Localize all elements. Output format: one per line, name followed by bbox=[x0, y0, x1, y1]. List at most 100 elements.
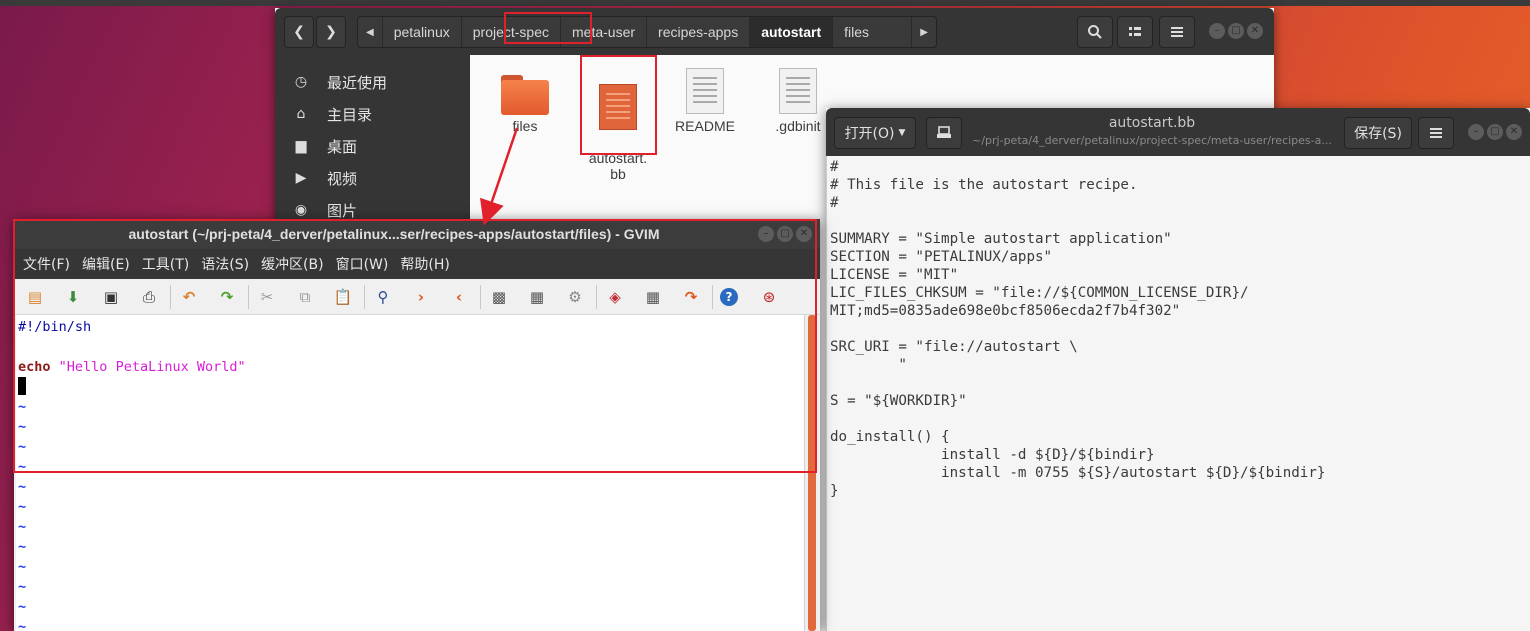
minimize-button[interactable]: – bbox=[758, 226, 774, 242]
breadcrumb-autostart[interactable]: autostart bbox=[750, 17, 834, 47]
file-name: .gdbinit bbox=[775, 118, 821, 134]
menu-tools[interactable]: 工具(T) bbox=[133, 254, 189, 274]
menu-edit[interactable]: 编辑(E) bbox=[73, 254, 130, 274]
sidebar-item-desktop[interactable]: ▆ 桌面 bbox=[275, 130, 470, 162]
string-literal: Hello PetaLinux World bbox=[66, 359, 238, 375]
highlight-box-breadcrumb bbox=[504, 12, 592, 44]
vertical-scrollbar[interactable] bbox=[804, 315, 818, 631]
chevron-left-icon: ❮ bbox=[293, 24, 305, 40]
empty-line-marker: ~ bbox=[18, 599, 27, 615]
vim-text-area[interactable]: #!/bin/sh echo "Hello PetaLinux World" ~… bbox=[16, 315, 804, 631]
save-icon[interactable]: ▣ bbox=[100, 286, 122, 308]
menu-file[interactable]: 文件(F) bbox=[14, 254, 70, 274]
code-line-shebang: #!/bin/sh bbox=[18, 319, 92, 335]
download-icon[interactable]: ⬇ bbox=[62, 286, 84, 308]
find-replace-icon[interactable]: ⚲ bbox=[372, 286, 394, 308]
search-icon bbox=[1088, 25, 1102, 39]
maximize-button[interactable]: □ bbox=[1228, 23, 1244, 39]
empty-line-marker: ~ bbox=[18, 419, 27, 435]
hamburger-icon bbox=[1430, 128, 1442, 138]
gvim-titlebar: autostart (~/prj-peta/4_derver/petalinux… bbox=[14, 219, 820, 249]
empty-line-marker: ~ bbox=[18, 499, 27, 515]
open-button-label: 打开(O) bbox=[844, 126, 895, 142]
forward-button[interactable]: ❯ bbox=[316, 16, 346, 48]
save-button[interactable]: 保存(S) bbox=[1344, 117, 1412, 149]
redo-icon[interactable]: ↷ bbox=[216, 286, 238, 308]
text-editor-header: 打开(O) ▼ autostart.bb ~/prj-peta/4_derver/… bbox=[826, 108, 1530, 156]
breadcrumb-files[interactable]: files bbox=[833, 17, 880, 47]
make-icon[interactable]: ◈ bbox=[604, 286, 626, 308]
copy-icon[interactable]: ⧉ bbox=[294, 286, 316, 308]
sidebar-item-home[interactable]: ⌂ 主目录 bbox=[275, 98, 470, 130]
empty-line-marker: ~ bbox=[18, 619, 27, 631]
file-item-files[interactable]: files bbox=[490, 75, 560, 134]
file-name: files bbox=[512, 118, 538, 134]
menu-button[interactable] bbox=[1418, 117, 1454, 149]
chevron-down-icon: ▼ bbox=[898, 128, 906, 138]
empty-line-marker: ~ bbox=[18, 539, 27, 555]
breadcrumb-recipes-apps[interactable]: recipes-apps bbox=[647, 17, 751, 47]
maximize-button[interactable]: □ bbox=[1487, 124, 1503, 140]
menu-help[interactable]: 帮助(H) bbox=[391, 254, 449, 274]
document-path: ~/prj-peta/4_derver/petalinux/project-sp… bbox=[972, 134, 1332, 147]
view-toggle-button[interactable] bbox=[1117, 16, 1153, 48]
menu-button[interactable] bbox=[1159, 16, 1195, 48]
find-next-icon[interactable]: › bbox=[410, 286, 432, 308]
scrollbar-thumb[interactable] bbox=[808, 315, 816, 631]
menu-syntax[interactable]: 语法(S) bbox=[192, 254, 249, 274]
menu-window[interactable]: 窗口(W) bbox=[327, 254, 389, 274]
close-button[interactable]: ✕ bbox=[1506, 124, 1522, 140]
file-item-readme[interactable]: README bbox=[670, 68, 740, 134]
file-manager-header: ❮ ❯ ◀ petalinux project-spec meta-user r… bbox=[275, 8, 1274, 55]
print-icon[interactable]: ⎙ bbox=[138, 286, 160, 308]
empty-line-marker: ~ bbox=[18, 459, 27, 475]
breadcrumb-petalinux[interactable]: petalinux bbox=[383, 17, 462, 47]
file-item-gdbinit[interactable]: .gdbinit bbox=[763, 68, 833, 134]
minimize-button[interactable]: – bbox=[1468, 124, 1484, 140]
minimize-button[interactable]: – bbox=[1209, 23, 1225, 39]
load-session-icon[interactable]: ▩ bbox=[488, 286, 510, 308]
echo-keyword: echo bbox=[18, 359, 51, 375]
paste-icon[interactable]: 📋 bbox=[332, 286, 354, 308]
camera-icon: ◉ bbox=[294, 202, 308, 218]
sidebar-item-label: 图片 bbox=[327, 201, 358, 220]
help-icon[interactable]: ? bbox=[720, 288, 738, 306]
document-title: autostart.bb bbox=[1108, 115, 1196, 131]
new-document-icon bbox=[937, 126, 951, 138]
gear-icon[interactable]: ⚙ bbox=[564, 286, 586, 308]
undo-icon[interactable]: ↶ bbox=[178, 286, 200, 308]
clock-icon: ◷ bbox=[294, 74, 308, 90]
folder-icon: ▆ bbox=[295, 138, 307, 154]
empty-line-marker: ~ bbox=[18, 519, 27, 535]
table-icon[interactable]: ▦ bbox=[642, 286, 664, 308]
find-help-icon[interactable]: ⊛ bbox=[758, 286, 780, 308]
sidebar-item-videos[interactable]: ▶ 视频 bbox=[275, 162, 470, 194]
maximize-button[interactable]: □ bbox=[777, 226, 793, 242]
chevron-right-icon: ❯ bbox=[325, 24, 337, 40]
folder-icon bbox=[501, 75, 549, 115]
breadcrumb-left-arrow[interactable]: ◀ bbox=[358, 17, 383, 47]
cut-icon[interactable]: ✂ bbox=[256, 286, 278, 308]
back-button[interactable]: ❮ bbox=[284, 16, 314, 48]
close-button[interactable]: ✕ bbox=[1247, 23, 1263, 39]
save-session-icon[interactable]: ▦ bbox=[526, 286, 548, 308]
menu-bar: 文件(F) 编辑(E) 工具(T) 语法(S) 缓冲区(B) 窗口(W) 帮助(… bbox=[14, 249, 820, 279]
open-file-icon[interactable]: ▤ bbox=[24, 286, 46, 308]
video-icon: ▶ bbox=[295, 170, 307, 186]
text-cursor bbox=[18, 377, 26, 395]
recipe-text: # # This file is the autostart recipe. #… bbox=[830, 159, 1326, 499]
breadcrumb: ◀ petalinux project-spec meta-user recip… bbox=[357, 16, 937, 48]
breadcrumb-right-arrow[interactable]: ▶ bbox=[911, 17, 936, 47]
menu-buffers[interactable]: 缓冲区(B) bbox=[252, 254, 324, 274]
search-button[interactable] bbox=[1077, 16, 1113, 48]
sidebar-item-recent[interactable]: ◷ 最近使用 bbox=[275, 66, 470, 98]
close-button[interactable]: ✕ bbox=[796, 226, 812, 242]
open-button[interactable]: 打开(O) ▼ bbox=[834, 117, 916, 149]
find-prev-icon[interactable]: ‹ bbox=[448, 286, 470, 308]
top-panel bbox=[0, 0, 1530, 6]
jump-icon[interactable]: ↷ bbox=[680, 286, 702, 308]
window-title: autostart (~/prj-peta/4_derver/petalinux… bbox=[128, 226, 660, 242]
empty-line-marker: ~ bbox=[18, 439, 27, 455]
text-editor-content[interactable]: # # This file is the autostart recipe. #… bbox=[826, 156, 1530, 631]
text-editor-window: 打开(O) ▼ autostart.bb ~/prj-peta/4_derver/… bbox=[826, 108, 1530, 631]
